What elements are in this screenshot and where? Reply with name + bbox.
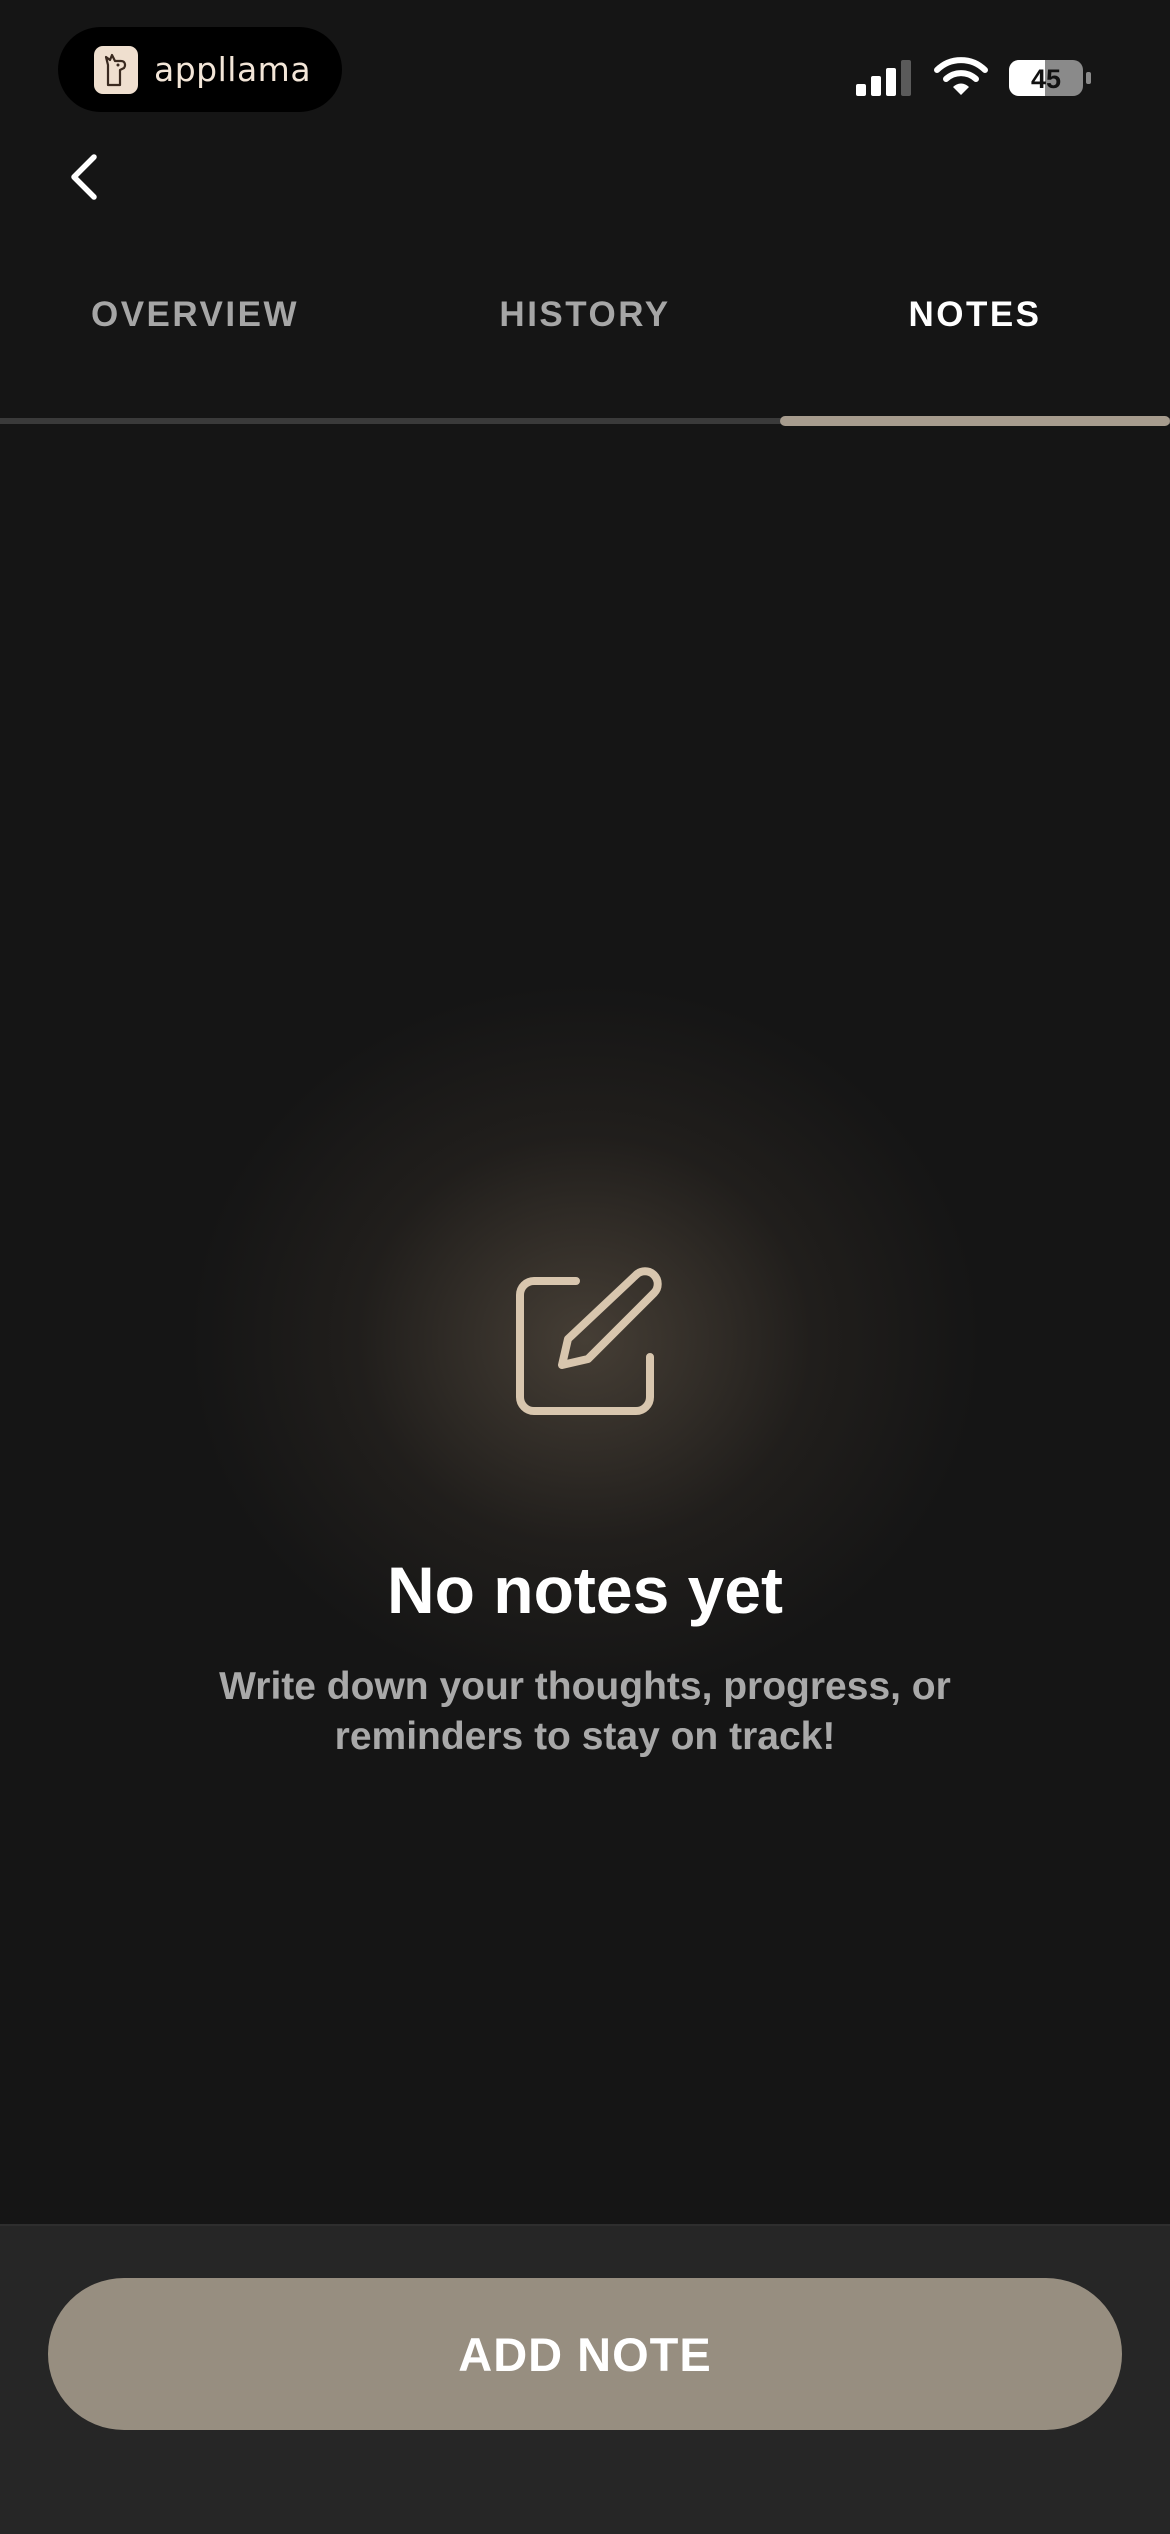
edit-note-icon [506,1265,666,1425]
app-brand-pill: appllama [58,27,342,112]
empty-state-subtitle: Write down your thoughts, progress, or r… [160,1662,1010,1762]
signal-icon [856,58,916,98]
appllama-logo-icon [94,45,138,94]
empty-state-subtitle-line1: Write down your thoughts, progress, or [219,1665,951,1708]
tab-history[interactable]: HISTORY [390,280,780,350]
chevron-left-icon [71,154,97,200]
empty-state-subtitle-line2: reminders to stay on track! [334,1715,836,1758]
battery-icon: 45 [1008,57,1092,99]
battery-level: 45 [1031,64,1061,94]
empty-state-title: No notes yet [386,1553,784,1627]
tab-notes[interactable]: NOTES [780,280,1170,350]
tab-bar: OVERVIEW HISTORY NOTES [0,280,1170,430]
status-bar: appllama 45 [0,0,1170,130]
add-note-button[interactable]: ADD NOTE [48,2278,1122,2430]
wifi-icon [934,56,988,98]
back-button[interactable] [54,145,114,209]
bottom-action-bar: ADD NOTE [0,2224,1170,2534]
tab-overview[interactable]: OVERVIEW [0,280,390,350]
app-name: appllama [154,50,312,89]
tab-active-indicator [780,416,1170,426]
